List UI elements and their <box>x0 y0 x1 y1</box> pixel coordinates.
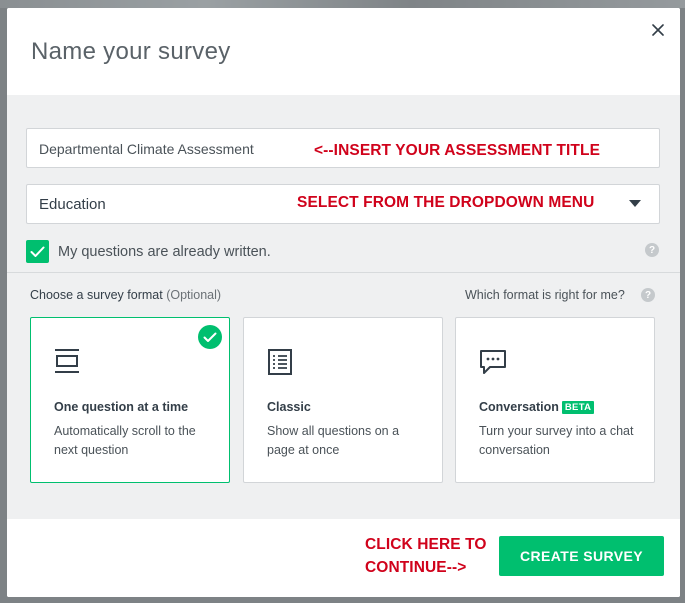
format-help-icon[interactable]: ? <box>641 288 655 302</box>
card-description: Show all questions on a page at once <box>267 424 400 457</box>
page-backdrop <box>0 0 685 8</box>
create-survey-button[interactable]: CREATE SURVEY <box>499 536 664 576</box>
survey-title-value: Departmental Climate Assessment <box>39 141 254 157</box>
category-selected-value: Education <box>39 196 106 213</box>
modal-title: Name your survey <box>31 38 231 65</box>
format-card-classic[interactable]: Classic Show all questions on a page at … <box>243 317 443 483</box>
card-title: Classic <box>267 400 311 414</box>
card-title: One question at a time <box>54 400 189 414</box>
continue-annotation-line2: CONTINUE--> <box>365 559 467 576</box>
card-description: Turn your survey into a chat conversatio… <box>479 424 634 457</box>
one-question-icon <box>55 349 79 373</box>
format-card-conversation[interactable]: Conversation BETA Turn your survey into a… <box>455 317 655 483</box>
modal-header: Name your survey <box>7 8 680 95</box>
format-card-one-question[interactable]: One question at a time Automatically scr… <box>30 317 230 483</box>
close-icon <box>652 24 664 36</box>
dropdown-instruction-annotation: SELECT FROM THE DROPDOWN MENU <box>297 194 595 211</box>
title-instruction-annotation: <--INSERT YOUR ASSESSMENT TITLE <box>314 142 601 159</box>
which-format-link[interactable]: Which format is right for me? <box>465 288 625 302</box>
continue-annotation-line1: CLICK HERE TO <box>365 536 487 553</box>
questions-written-label: My questions are already written. <box>58 244 271 260</box>
card-description: Automatically scroll to the next questio… <box>54 424 196 457</box>
checkmark-icon <box>30 246 45 257</box>
section-divider <box>7 272 680 273</box>
classic-list-icon <box>268 349 292 375</box>
questions-written-checkbox[interactable] <box>26 240 49 263</box>
card-title-text: Conversation <box>479 400 559 414</box>
chat-bubble-icon <box>480 350 506 374</box>
chevron-down-icon <box>629 200 641 207</box>
card-title: Conversation BETA <box>479 400 595 414</box>
selected-check-icon <box>198 325 222 349</box>
name-survey-modal: Name your survey Departmental Climate As… <box>7 8 680 597</box>
format-label-text: Choose a survey format <box>30 288 163 302</box>
help-icon[interactable]: ? <box>645 243 659 257</box>
beta-badge: BETA <box>561 401 595 414</box>
format-section-label: Choose a survey format (Optional) <box>30 288 221 302</box>
format-optional-text: (Optional) <box>166 288 222 302</box>
close-button[interactable] <box>646 18 670 42</box>
